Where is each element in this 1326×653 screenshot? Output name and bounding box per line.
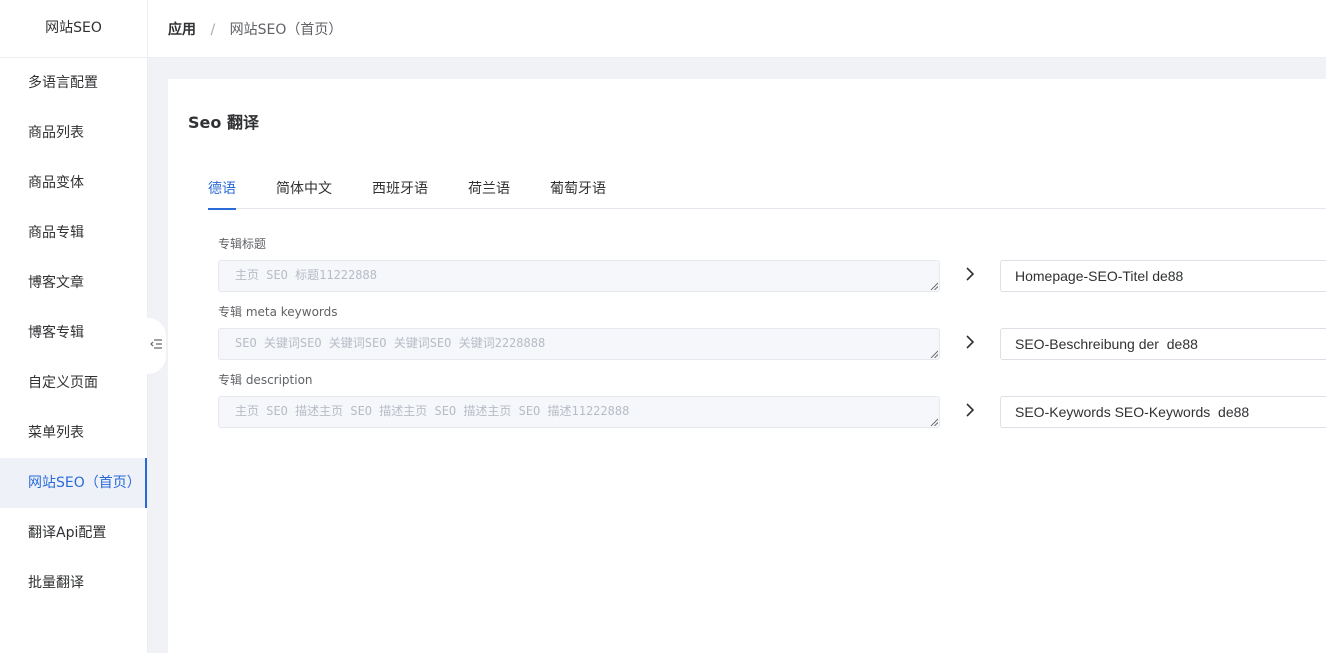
page-title: Seo 翻译 bbox=[188, 113, 259, 132]
language-tabs: 德语 简体中文 西班牙语 荷兰语 葡萄牙语 bbox=[208, 177, 1326, 210]
breadcrumb-current: 网站SEO（首页） bbox=[229, 21, 343, 38]
breadcrumb-separator: / bbox=[210, 21, 216, 38]
sidebar-item-product-list[interactable]: 商品列表 bbox=[0, 108, 147, 158]
target-input-description[interactable] bbox=[1000, 396, 1326, 428]
sidebar-item-product-collections[interactable]: 商品专辑 bbox=[0, 208, 147, 258]
target-input-meta-keywords[interactable] bbox=[1000, 328, 1326, 360]
sidebar-menu: 多语言配置 商品列表 商品变体 商品专辑 博客文章 博客专辑 自定义页面 菜单列… bbox=[0, 58, 147, 608]
sidebar-item-multilang-config[interactable]: 多语言配置 bbox=[0, 58, 147, 108]
tab-simplified-chinese[interactable]: 简体中文 bbox=[276, 177, 332, 209]
translate-arrow-description[interactable] bbox=[960, 402, 980, 422]
sidebar-brand: 网站SEO bbox=[0, 0, 147, 58]
resize-grip-icon[interactable] bbox=[930, 350, 938, 358]
source-textarea-title: 主页 SEO 标题11222888 bbox=[218, 260, 940, 292]
sidebar-item-menu-list[interactable]: 菜单列表 bbox=[0, 408, 147, 458]
sidebar-collapse-button[interactable] bbox=[146, 318, 166, 374]
tab-portuguese[interactable]: 葡萄牙语 bbox=[550, 177, 606, 209]
indent-fold-icon bbox=[150, 338, 162, 354]
breadcrumb: 应用 / 网站SEO（首页） bbox=[168, 19, 342, 39]
chevron-right-icon bbox=[965, 335, 975, 353]
sidebar-item-site-seo-home[interactable]: 网站SEO（首页） bbox=[0, 458, 147, 508]
field-label-meta-keywords: 专辑 meta keywords bbox=[218, 305, 338, 319]
chevron-right-icon bbox=[965, 267, 975, 285]
target-input-title[interactable] bbox=[1000, 260, 1326, 292]
field-label-description: 专辑 description bbox=[218, 373, 313, 387]
translate-arrow-meta-keywords[interactable] bbox=[960, 334, 980, 354]
sidebar-item-blog-posts[interactable]: 博客文章 bbox=[0, 258, 147, 308]
source-textarea-description: 主页 SEO 描述主页 SEO 描述主页 SEO 描述主页 SEO 描述1122… bbox=[218, 396, 940, 428]
tab-spanish[interactable]: 西班牙语 bbox=[372, 177, 428, 209]
main-content: Seo 翻译 德语 简体中文 西班牙语 荷兰语 葡萄牙语 专辑标题 主页 SEO… bbox=[168, 79, 1326, 653]
tab-dutch[interactable]: 荷兰语 bbox=[468, 177, 510, 209]
sidebar-item-translation-api-config[interactable]: 翻译Api配置 bbox=[0, 508, 147, 558]
topbar: 应用 / 网站SEO（首页） bbox=[148, 0, 1326, 58]
chevron-right-icon bbox=[965, 403, 975, 421]
sidebar-item-custom-pages[interactable]: 自定义页面 bbox=[0, 358, 147, 408]
tab-german[interactable]: 德语 bbox=[208, 177, 236, 210]
sidebar-item-blog-collections[interactable]: 博客专辑 bbox=[0, 308, 147, 358]
source-textarea-meta-keywords: SEO 关键词SEO 关键词SEO 关键词SEO 关键词2228888 bbox=[218, 328, 940, 360]
breadcrumb-root[interactable]: 应用 bbox=[168, 22, 196, 38]
source-text-title: 主页 SEO 标题11222888 bbox=[235, 268, 377, 282]
sidebar-item-product-variants[interactable]: 商品变体 bbox=[0, 158, 147, 208]
resize-grip-icon[interactable] bbox=[930, 282, 938, 290]
resize-grip-icon[interactable] bbox=[930, 418, 938, 426]
source-text-meta-keywords: SEO 关键词SEO 关键词SEO 关键词SEO 关键词2228888 bbox=[235, 336, 546, 350]
translate-arrow-title[interactable] bbox=[960, 266, 980, 286]
sidebar-item-batch-translate[interactable]: 批量翻译 bbox=[0, 558, 147, 608]
sidebar: 网站SEO 多语言配置 商品列表 商品变体 商品专辑 博客文章 博客专辑 自定义… bbox=[0, 0, 148, 653]
field-label-title: 专辑标题 bbox=[218, 237, 267, 251]
source-text-description: 主页 SEO 描述主页 SEO 描述主页 SEO 描述主页 SEO 描述1122… bbox=[235, 404, 630, 418]
